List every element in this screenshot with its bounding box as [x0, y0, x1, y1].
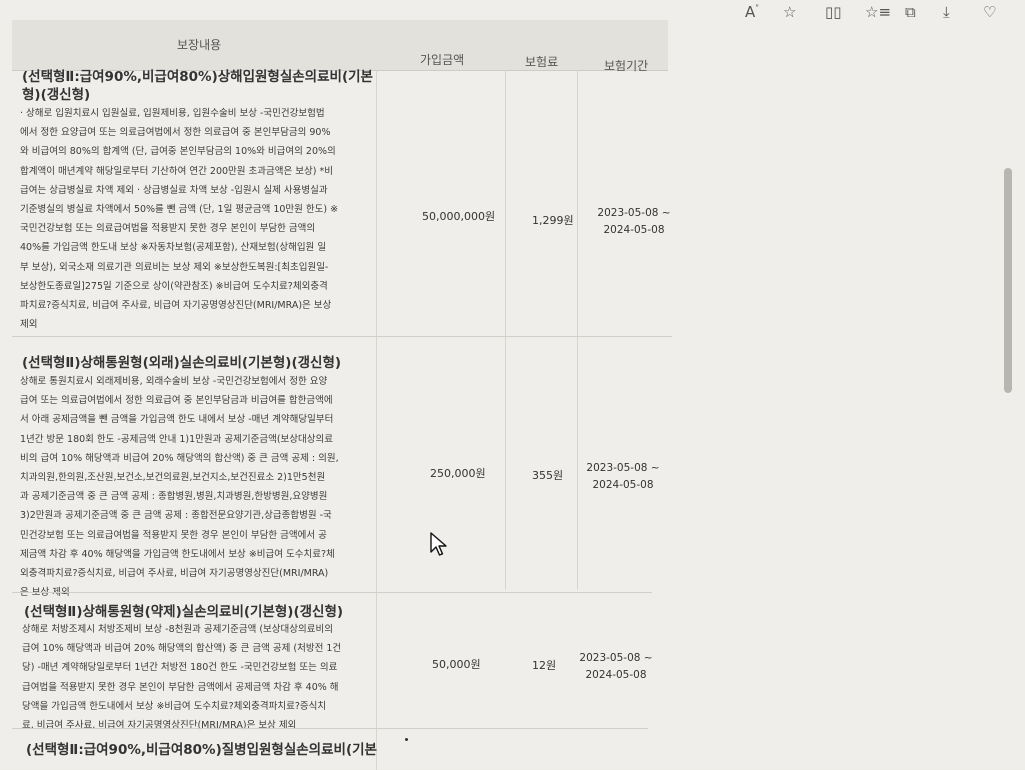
row-premium: 1,299원	[532, 214, 574, 227]
downloads-icon[interactable]: ⤓	[943, 3, 950, 21]
row-amount: 50,000,000원	[422, 210, 496, 223]
period-start: 2023-05-08 ~	[597, 207, 671, 219]
row-period: 2023-05-08 ~ 2024-05-08	[584, 205, 684, 239]
read-aloud-icon[interactable]: Aʺ	[745, 3, 759, 21]
browser-page: Aʺ ☆ ▯▯ ☆≡ ⧉ ⤓ ♡ 보장내용 가입금액 보험료 보험기간 (선택형…	[0, 0, 1025, 770]
period-start: 2023-05-08 ~	[579, 652, 653, 664]
row-description: 상해로 통원치료시 외래제비용, 외래수술비 보상 -국민건강보험에서 정한 요…	[20, 376, 339, 598]
row-divider	[12, 592, 652, 593]
col-divider	[577, 70, 578, 590]
row-title: (선택형Ⅱ:급여90%,비급여80%)질병입원형실손의료비(기본	[26, 742, 377, 758]
col-header-amount: 가입금액	[420, 53, 465, 67]
row-premium: 12원	[532, 659, 557, 672]
row-title-cont: 형)(갱신형)	[22, 87, 91, 103]
row-premium: 355원	[532, 469, 564, 482]
stray-dot	[405, 738, 408, 741]
period-end: 2024-05-08	[592, 479, 654, 491]
scrollbar-thumb[interactable]	[1004, 168, 1012, 393]
row-title: (선택형Ⅱ)상해통원형(외래)실손의료비(기본형)(갱신형)	[22, 355, 342, 371]
col-divider	[376, 70, 377, 770]
favorite-star-icon[interactable]: ☆	[783, 3, 796, 21]
split-screen-icon[interactable]: ▯▯	[825, 3, 842, 21]
mouse-cursor-icon	[430, 532, 447, 556]
row-title: (선택형Ⅱ:급여90%,비급여80%)상해입원형실손의료비(기본	[22, 69, 373, 85]
row-amount: 250,000원	[430, 467, 486, 480]
row-divider	[12, 728, 648, 729]
period-end: 2024-05-08	[603, 224, 665, 236]
row-description: 상해로 처방조제시 처방조제비 보상 -8천원과 공제기준금액 (보상대상의료비…	[22, 624, 342, 732]
favorites-list-icon[interactable]: ☆≡	[865, 3, 891, 21]
table-header: 보장내용 가입금액 보험료 보험기간	[12, 20, 668, 73]
col-header-period: 보험기간	[604, 59, 649, 73]
row-title: (선택형Ⅱ)상해통원형(약제)실손의료비(기본형)(갱신형)	[24, 604, 344, 620]
collections-icon[interactable]: ⧉	[905, 3, 916, 21]
period-start: 2023-05-08 ~	[586, 462, 660, 474]
col-divider	[505, 70, 506, 590]
col-header-coverage: 보장내용	[177, 38, 222, 52]
row-description: · 상해로 입원치료시 입원실료, 입원제비용, 입원수술비 보상 -국민건강보…	[20, 108, 339, 331]
row-period: 2023-05-08 ~ 2024-05-08	[573, 460, 673, 494]
row-divider	[12, 336, 672, 337]
col-header-premium: 보험료	[525, 55, 559, 69]
period-end: 2024-05-08	[585, 669, 647, 681]
row-period: 2023-05-08 ~ 2024-05-08	[566, 650, 666, 684]
browser-essentials-icon[interactable]: ♡	[983, 3, 996, 21]
browser-toolbar: Aʺ ☆ ▯▯ ☆≡ ⧉ ⤓ ♡	[685, 0, 1025, 34]
row-amount: 50,000원	[432, 658, 481, 671]
